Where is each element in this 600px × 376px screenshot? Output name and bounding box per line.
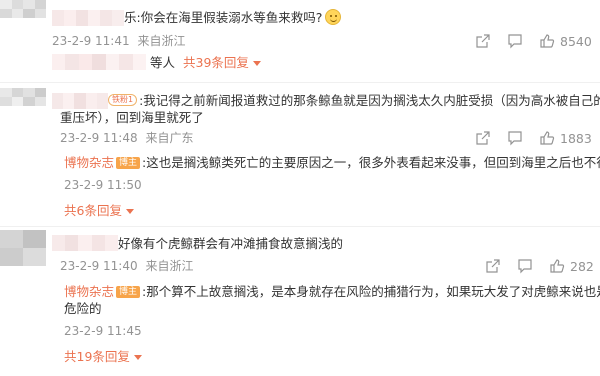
thumbs-up-icon [550, 259, 565, 273]
reply-text-line2: 危险的 [64, 301, 102, 316]
like-count: 1883 [560, 130, 592, 146]
like-button[interactable] [538, 32, 556, 50]
thumbs-up-icon [540, 131, 555, 145]
more-replies-link[interactable]: 共19条回复 [64, 349, 142, 364]
caret-down-icon [133, 355, 142, 360]
redacted-reply-users [52, 54, 146, 70]
smile-emoji-icon [325, 9, 342, 25]
comment-text-line2: 重压坏），回到海里就死了 [60, 110, 204, 125]
reply-author[interactable]: 博物杂志 [64, 284, 114, 299]
comment-icon [508, 131, 522, 146]
avatar[interactable] [0, 0, 46, 18]
reply-summary: 共6条回复 [64, 202, 134, 220]
comment-button[interactable] [506, 32, 524, 50]
like-button[interactable] [548, 257, 566, 275]
comment-button[interactable] [516, 257, 534, 275]
comment-icon [518, 259, 532, 274]
fan-badge: 铁粉1 [108, 94, 138, 106]
reply-summary: 等人 共39条回复 [150, 54, 261, 72]
caret-down-icon [252, 61, 261, 66]
comment-text: 铁粉1:我记得之前新闻报道救过的那条鲸鱼就是因为搁浅太久内脏受损（因为高水被自己… [108, 92, 600, 110]
comment-text: 好像有个虎鲸群会有冲滩捕食故意搁浅的 [118, 236, 344, 251]
more-replies-link[interactable]: 共6条回复 [64, 203, 134, 218]
divider [0, 82, 600, 83]
comment-actions: 282 [484, 257, 594, 275]
avatar[interactable] [0, 88, 46, 106]
share-button[interactable] [484, 257, 502, 275]
reply-author[interactable]: 博物杂志 [64, 155, 114, 170]
reply-date: 23-2-9 11:45 [64, 324, 142, 338]
comment-date: 23-2-9 11:41 [52, 34, 130, 48]
blogger-badge: 博主 [116, 286, 141, 298]
like-count: 8540 [560, 33, 592, 49]
share-icon [476, 131, 490, 145]
share-button[interactable] [474, 129, 492, 147]
comment-date: 23-2-9 11:40 [60, 259, 138, 273]
comment-meta: 23-2-9 11:40 来自浙江 [60, 257, 193, 275]
share-button[interactable] [474, 32, 492, 50]
comment-icon [508, 34, 522, 49]
more-replies-link[interactable]: 共39条回复 [183, 55, 261, 70]
comment-text: 乐:你会在海里假装溺水等鱼来救吗? [124, 9, 342, 27]
redacted-username [52, 235, 118, 251]
comment-meta: 23-2-9 11:48 来自广东 [60, 129, 193, 147]
avatar[interactable] [0, 230, 46, 266]
redacted-username [52, 93, 108, 109]
share-icon [486, 259, 500, 273]
comment-meta: 23-2-9 11:41 来自浙江 [52, 32, 185, 50]
reply-text: 博物杂志 博主:那个算不上故意搁浅，是本身就存在风险的捕猎行为，如果玩大发了对虎鲸… [64, 284, 600, 299]
redacted-username [52, 10, 124, 26]
comment-button[interactable] [506, 129, 524, 147]
comment-location: 来自浙江 [145, 259, 194, 273]
comment-location: 来自广东 [145, 131, 194, 145]
reply-date: 23-2-9 11:50 [64, 178, 142, 192]
like-button[interactable] [538, 129, 556, 147]
reply-summary: 共19条回复 [64, 348, 142, 366]
blogger-badge: 博主 [116, 157, 141, 169]
comment-date: 23-2-9 11:48 [60, 131, 138, 145]
comment-location: 来自浙江 [137, 34, 186, 48]
like-count: 282 [570, 258, 594, 274]
reply-text: 博物杂志 博主:这也是搁浅鲸类死亡的主要原因之一，很多外表看起来没事，但回到海里之… [64, 155, 600, 170]
comment-actions: 8540 [474, 32, 592, 50]
divider [0, 226, 600, 227]
thumbs-up-icon [540, 34, 555, 48]
share-icon [476, 34, 490, 48]
caret-down-icon [125, 209, 134, 214]
comment-actions: 1883 [474, 129, 592, 147]
